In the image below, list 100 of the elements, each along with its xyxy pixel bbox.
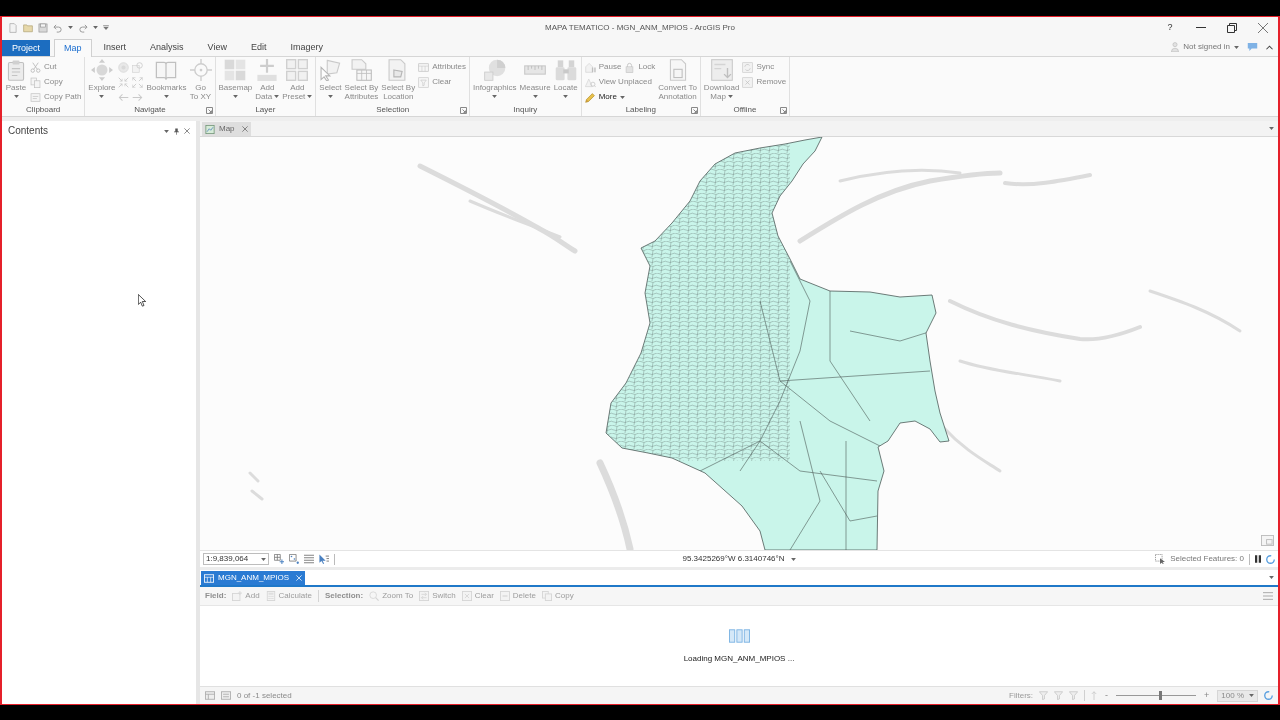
caret-icon — [790, 557, 796, 561]
caret-icon[interactable] — [164, 129, 169, 133]
dialog-launcher-icon[interactable] — [205, 106, 213, 114]
table-icon — [418, 61, 430, 73]
map-download-icon — [710, 59, 733, 81]
table-plus-icon — [232, 591, 243, 601]
ribbon-group-label: Labeling — [625, 106, 656, 114]
redo-icon[interactable] — [78, 22, 88, 33]
ribbon-group-label: Inquiry — [513, 106, 538, 114]
scissors-icon — [30, 61, 41, 73]
zoom-dropdown[interactable]: 100 % — [1217, 689, 1258, 702]
ribbon-tab[interactable]: Project — [2, 40, 50, 56]
caret-icon — [1234, 45, 1239, 49]
caret-icon — [1249, 694, 1254, 697]
table-arrows-icon — [419, 591, 430, 601]
plus-icon — [256, 59, 279, 81]
person-icon — [1171, 42, 1180, 52]
restore-icon[interactable] — [1226, 22, 1237, 33]
up-arrow-icon[interactable] — [1091, 691, 1098, 700]
clipboard-icon — [5, 59, 27, 81]
zoom-out-button[interactable]: - — [1103, 691, 1111, 700]
pointer-polygon-icon — [319, 59, 342, 81]
table-minus-icon — [499, 591, 510, 601]
ribbon-tab[interactable]: Imagery — [278, 38, 335, 56]
list-view-icon[interactable] — [221, 691, 231, 700]
loading-icon — [728, 629, 750, 643]
selected-features-count: Selected Features: 0 — [1170, 555, 1244, 563]
pie-chart-icon — [483, 59, 506, 81]
ribbon-tab[interactable]: Map — [54, 39, 92, 57]
refresh-icon[interactable] — [1264, 691, 1273, 700]
undo-icon[interactable] — [53, 22, 63, 33]
lock-icon — [624, 61, 636, 73]
table-icon — [204, 573, 214, 583]
table-document-icon — [350, 59, 373, 81]
house-pause-icon — [584, 61, 596, 73]
selection-icon[interactable] — [1155, 554, 1166, 564]
ribbon-tab[interactable]: View — [195, 38, 239, 56]
chevron-up-icon[interactable] — [1266, 44, 1273, 50]
table-view-icon[interactable] — [205, 691, 215, 700]
pointer-lines-icon[interactable] — [319, 554, 329, 564]
ribbon-group-label: Offline — [733, 106, 757, 114]
table-x-icon — [461, 591, 472, 601]
menu-icon[interactable] — [1263, 592, 1273, 600]
speech-bubble-icon[interactable] — [1247, 42, 1258, 52]
help-button[interactable]: ? — [1155, 23, 1185, 32]
grid-plus-icon[interactable] — [274, 554, 284, 564]
caret-icon — [261, 557, 266, 561]
zoom-slider[interactable] — [1116, 691, 1197, 700]
table-pane-tab[interactable]: MGN_ANM_MPIOS — [201, 571, 306, 585]
close-icon — [241, 126, 248, 132]
folder-icon[interactable] — [23, 22, 33, 33]
ribbon-tab[interactable]: Analysis — [138, 38, 196, 56]
dialog-launcher-icon[interactable] — [780, 106, 788, 114]
save-icon[interactable] — [38, 22, 48, 33]
refresh-icon[interactable] — [1266, 554, 1275, 564]
ribbon-group-label: Clipboard — [26, 106, 61, 114]
document-icon[interactable] — [8, 22, 18, 33]
close-icon[interactable] — [1257, 22, 1268, 33]
pane-title: Contents — [8, 126, 49, 136]
grid-dots-icon[interactable] — [289, 554, 299, 564]
copy-icon — [30, 76, 41, 88]
move-arrows-icon — [90, 59, 113, 81]
close-icon — [296, 575, 303, 581]
minimize-icon[interactable] — [1195, 27, 1206, 28]
frame-inset-icon[interactable] — [1261, 535, 1274, 546]
book-icon — [155, 59, 178, 81]
document-icon — [30, 91, 41, 103]
ribbon-button[interactable]: More — [583, 90, 626, 104]
slider-thumb[interactable] — [1159, 691, 1163, 700]
coordinate-readout[interactable]: 95.3425269°W 6.3140746°N — [682, 555, 796, 563]
selection-count: 0 of -1 selected — [237, 691, 292, 700]
pencil-icon — [584, 91, 596, 103]
close-icon[interactable] — [184, 128, 190, 134]
ribbon-tab[interactable]: Insert — [91, 38, 139, 56]
pause-icon[interactable] — [1255, 555, 1261, 563]
caret-icon[interactable] — [68, 26, 73, 29]
account-menu[interactable]: Not signed in — [1171, 42, 1239, 52]
dialog-launcher-icon[interactable] — [459, 106, 467, 114]
box-x-icon — [742, 76, 754, 88]
zoom-in-button[interactable]: + — [1202, 691, 1212, 700]
ribbon-group-label: Selection — [376, 106, 410, 114]
caret-icon[interactable] — [93, 26, 98, 29]
map-pane-tab[interactable]: Map — [202, 122, 251, 136]
ribbon-tab[interactable]: Edit — [238, 38, 279, 56]
ribbon-group-label: Layer — [255, 106, 276, 114]
caret-icon[interactable] — [1269, 127, 1274, 130]
ribbon-group-label: Navigate — [134, 106, 166, 114]
pin-icon[interactable] — [174, 127, 179, 135]
filters-label: Filters: — [1009, 691, 1034, 700]
customize-icon[interactable] — [103, 25, 109, 30]
caret-icon[interactable] — [1269, 576, 1274, 579]
tiles-icon — [224, 59, 247, 81]
sync-icon — [742, 61, 754, 73]
crosshair-icon — [189, 59, 212, 81]
window-title: MAPA TEMATICO - MGN_ANM_MPIOS - ArcGIS Pro — [545, 23, 735, 32]
dialog-launcher-icon[interactable] — [690, 106, 698, 114]
toolbar-label: Selection: — [324, 592, 364, 600]
filter-icon — [418, 76, 430, 88]
scale-field[interactable]: 1:9,839,064 — [203, 553, 269, 565]
list-icon[interactable] — [304, 554, 314, 564]
